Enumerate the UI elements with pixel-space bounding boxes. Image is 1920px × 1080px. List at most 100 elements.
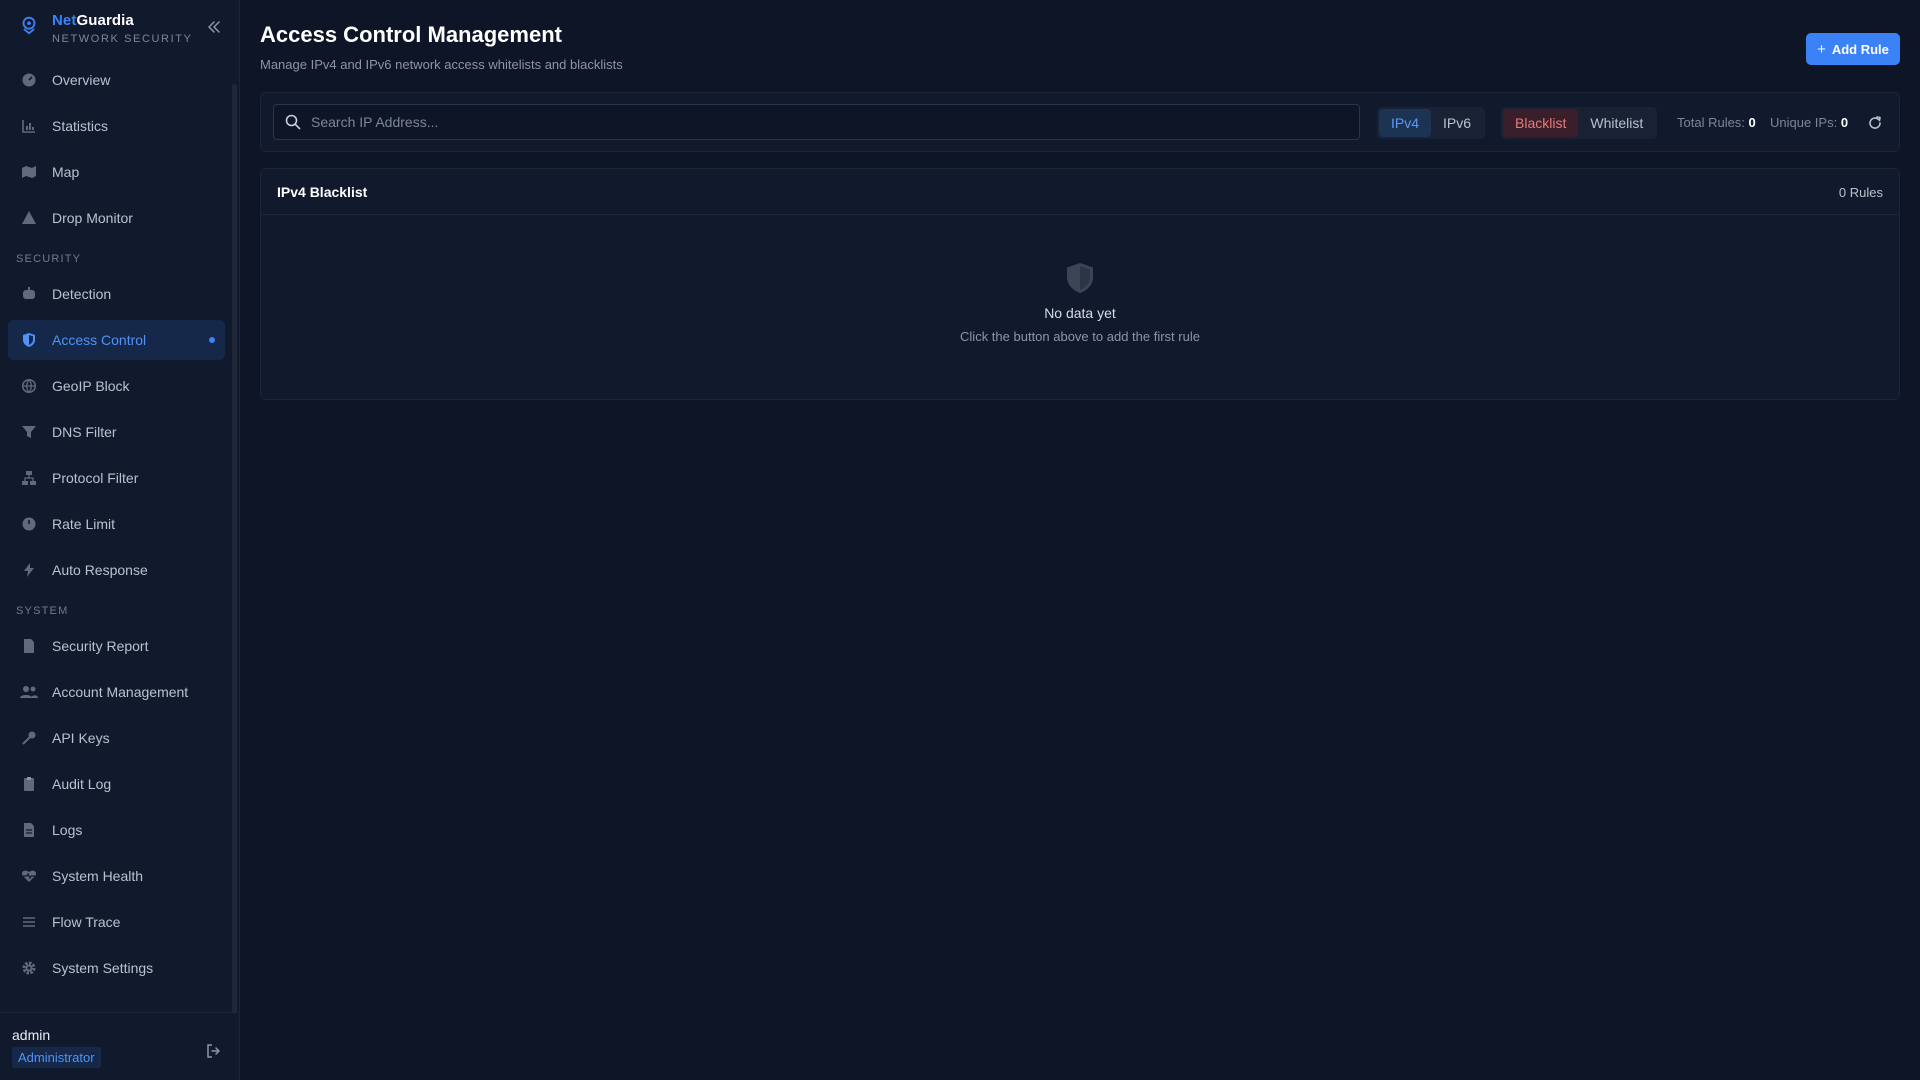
brand-name: NetGuardia [52, 12, 134, 29]
dashboard-icon [20, 71, 38, 89]
sidebar-item-auto-response[interactable]: Auto Response [8, 550, 225, 590]
empty-hint: Click the button above to add the first … [960, 329, 1200, 344]
heartbeat-icon [20, 867, 38, 885]
sidebar-item-protocol-filter[interactable]: Protocol Filter [8, 458, 225, 498]
sidebar-scrollbar[interactable] [232, 84, 237, 1014]
warning-icon [20, 209, 38, 227]
ipv6-tab[interactable]: IPv6 [1431, 109, 1483, 137]
empty-title: No data yet [1044, 305, 1116, 321]
sidebar-item-flow-trace[interactable]: Flow Trace [8, 902, 225, 942]
users-icon [20, 683, 38, 701]
sidebar-item-logs[interactable]: Logs [8, 810, 225, 850]
refresh-button[interactable] [1865, 113, 1885, 133]
empty-state: No data yet Click the button above to ad… [261, 261, 1899, 344]
sidebar-item-label: GeoIP Block [52, 378, 130, 394]
document-icon [20, 637, 38, 655]
brand-name-accent: Net [52, 12, 77, 29]
bar-chart-icon [20, 117, 38, 135]
sidebar-item-label: Audit Log [52, 776, 112, 792]
collapse-sidebar-button[interactable] [204, 17, 224, 37]
unique-ips-label: Unique IPs: [1770, 115, 1838, 130]
sidebar-item-system-settings[interactable]: System Settings [8, 948, 225, 988]
sidebar-item-dns-filter[interactable]: DNS Filter [8, 412, 225, 452]
robot-icon [20, 285, 38, 303]
sidebar-item-access-control[interactable]: Access Control [8, 320, 225, 360]
sidebar-item-overview[interactable]: Overview [8, 60, 225, 100]
page-title: Access Control Management [260, 22, 562, 47]
sidebar-item-api-keys[interactable]: API Keys [8, 718, 225, 758]
unique-ips-value: 0 [1840, 115, 1849, 130]
total-rules-stat: Total Rules: 0 [1677, 115, 1756, 130]
sidebar-item-security-report[interactable]: Security Report [8, 626, 225, 666]
sidebar-item-label: DNS Filter [52, 424, 117, 440]
sidebar-item-label: Access Control [52, 332, 147, 348]
gauge-icon [20, 515, 38, 533]
sidebar-item-label: Map [52, 164, 80, 180]
sidebar-item-label: Flow Trace [52, 914, 121, 930]
sidebar-item-account-management[interactable]: Account Management [8, 672, 225, 712]
sidebar-item-statistics[interactable]: Statistics [8, 106, 225, 146]
section-label-system: SYSTEM [16, 605, 69, 617]
rules-count: 0 Rules [1838, 185, 1883, 200]
sidebar-item-label: Rate Limit [52, 516, 116, 532]
network-icon [20, 469, 38, 487]
plus-icon: + [1817, 40, 1826, 58]
search-input[interactable] [311, 114, 1359, 130]
ipv4-tab[interactable]: IPv4 [1379, 109, 1432, 137]
sidebar-item-label: Drop Monitor [52, 210, 133, 226]
whitelist-tab[interactable]: Whitelist [1578, 109, 1655, 137]
file-icon [20, 821, 38, 839]
ip-version-toggle: IPv4 IPv6 [1377, 107, 1486, 139]
sidebar-item-label: System Settings [52, 960, 154, 976]
clipboard-icon [20, 775, 38, 793]
brand-tagline: NETWORK SECURITY [52, 33, 193, 45]
list-type-toggle: Blacklist Whitelist [1501, 107, 1658, 139]
add-rule-label: Add Rule [1831, 41, 1889, 57]
sidebar-item-geoip-block[interactable]: GeoIP Block [8, 366, 225, 406]
globe-icon [20, 377, 38, 395]
logout-button[interactable] [204, 1041, 224, 1061]
search-icon [285, 114, 301, 130]
sidebar-item-label: Auto Response [52, 562, 148, 578]
sidebar-footer: admin Administrator [0, 1012, 240, 1080]
total-rules-value: 0 [1748, 115, 1756, 130]
list-icon [20, 913, 38, 931]
sidebar: NetGuardia NETWORK SECURITY Overview Sta… [0, 0, 240, 1080]
blacklist-tab[interactable]: Blacklist [1503, 109, 1579, 137]
bolt-icon [20, 561, 38, 579]
brand-name-rest: Guardia [76, 12, 134, 29]
search-box[interactable] [273, 104, 1360, 140]
shield-icon [20, 331, 38, 349]
sidebar-item-label: Logs [52, 822, 83, 838]
sidebar-item-label: Security Report [52, 638, 149, 654]
sidebar-item-label: Statistics [52, 118, 109, 134]
sidebar-item-detection[interactable]: Detection [8, 274, 225, 314]
unique-ips-stat: Unique IPs: 0 [1770, 115, 1848, 130]
sidebar-item-system-health[interactable]: System Health [8, 856, 225, 896]
active-indicator-dot [209, 337, 215, 343]
role-badge: Administrator [12, 1047, 101, 1068]
user-name: admin [12, 1027, 51, 1043]
double-chevron-left-icon [208, 21, 220, 33]
panel-title: IPv4 Blacklist [277, 184, 368, 200]
page-subtitle: Manage IPv4 and IPv6 network access whit… [260, 57, 623, 72]
sidebar-item-rate-limit[interactable]: Rate Limit [8, 504, 225, 544]
logo-icon [22, 16, 36, 35]
sidebar-item-drop-monitor[interactable]: Drop Monitor [8, 198, 225, 238]
sidebar-item-label: API Keys [52, 730, 110, 746]
shield-icon [1067, 263, 1093, 293]
sidebar-item-label: Overview [52, 72, 111, 88]
total-rules-label: Total Rules: [1677, 115, 1745, 130]
gear-icon [20, 959, 38, 977]
sidebar-item-label: Protocol Filter [52, 470, 139, 486]
refresh-icon [1869, 116, 1881, 129]
brand[interactable]: NetGuardia NETWORK SECURITY [18, 10, 228, 50]
map-icon [20, 163, 38, 181]
filter-icon [20, 423, 38, 441]
sidebar-item-map[interactable]: Map [8, 152, 225, 192]
sidebar-item-label: System Health [52, 868, 144, 884]
add-rule-button[interactable]: + Add Rule [1806, 33, 1900, 65]
key-icon [20, 729, 38, 747]
toolbar: IPv4 IPv6 Blacklist Whitelist Total Rule… [260, 92, 1900, 152]
sidebar-item-audit-log[interactable]: Audit Log [8, 764, 225, 804]
